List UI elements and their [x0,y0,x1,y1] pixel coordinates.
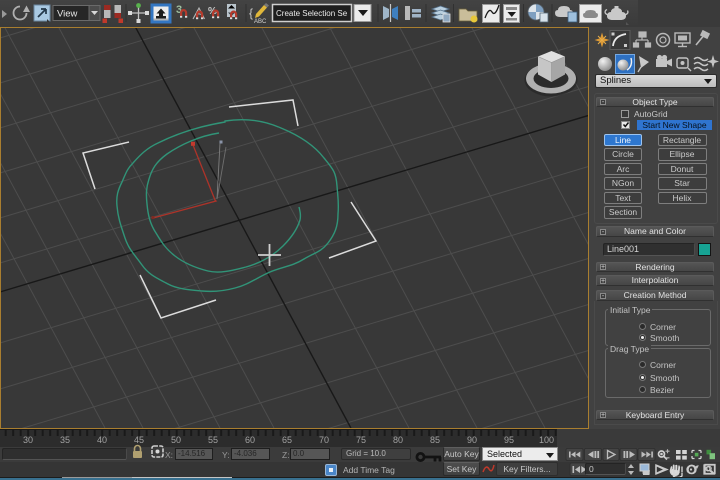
svg-text:View: View [57,9,78,20]
svg-text:{: { [249,6,253,20]
svg-text:ABC: ABC [254,19,267,25]
svg-text:Create Selection Se: Create Selection Se [276,9,348,18]
